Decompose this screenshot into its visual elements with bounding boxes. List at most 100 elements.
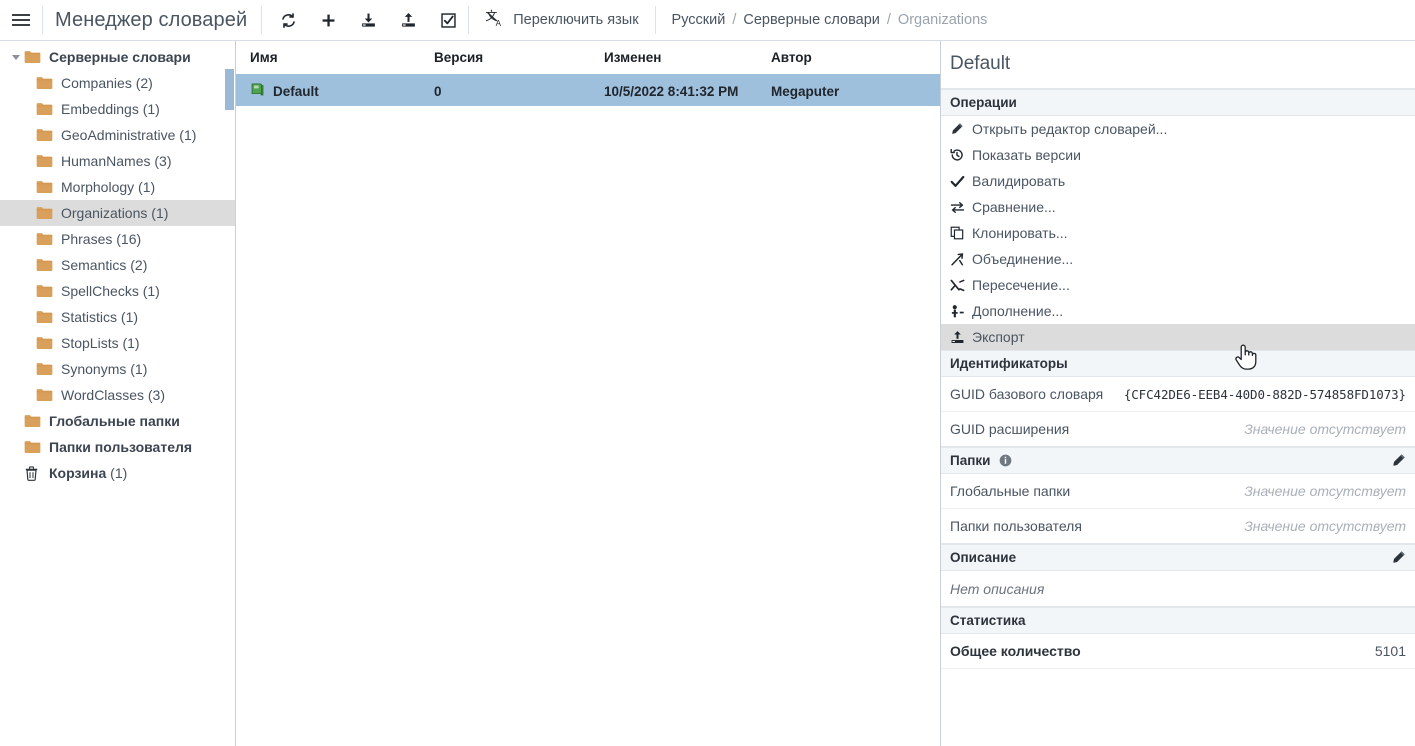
sidebar-item-label: Synonyms <box>61 361 127 377</box>
sidebar-scrollbar-track[interactable] <box>225 41 234 746</box>
table-header-row: Имя Версия Изменен Автор <box>236 41 940 76</box>
sidebar-item-label: Корзина <box>49 465 107 481</box>
operation-history[interactable]: Показать версии <box>941 142 1415 168</box>
history-icon <box>950 148 972 162</box>
breadcrumb: Русский / Серверные словари / Organizati… <box>656 12 988 28</box>
breadcrumb-item-server-dictionaries[interactable]: Серверные словари <box>743 12 880 28</box>
sidebar-item-label: Embeddings <box>61 101 139 117</box>
sidebar-item-statistics[interactable]: Statistics (1) <box>0 304 235 330</box>
edit-description-pencil-icon[interactable] <box>1391 550 1406 565</box>
operation-export[interactable]: Экспорт <box>941 324 1415 350</box>
sidebar-item-synonyms[interactable]: Synonyms (1) <box>0 356 235 382</box>
dictionary-book-icon <box>250 82 265 100</box>
info-icon[interactable] <box>999 454 1012 467</box>
sidebar-item-count: (3) <box>144 387 165 403</box>
column-header-name[interactable]: Имя <box>236 41 420 76</box>
sidebar-item-count: (16) <box>112 231 142 247</box>
add-button[interactable] <box>308 0 348 40</box>
breadcrumb-item-current: Organizations <box>897 12 988 28</box>
export-button[interactable] <box>388 0 428 40</box>
sidebar-scrollbar-thumb[interactable] <box>225 69 234 110</box>
switch-language-label: Переключить язык <box>513 12 639 28</box>
folder-icon <box>24 414 42 428</box>
cell-author: Megaputer <box>757 75 940 106</box>
sidebar-item-geoadministrative[interactable]: GeoAdministrative (1) <box>0 122 235 148</box>
import-button[interactable] <box>348 0 388 40</box>
folder-icon <box>36 180 54 194</box>
column-header-modified[interactable]: Изменен <box>590 41 757 76</box>
column-header-version[interactable]: Версия <box>420 41 590 76</box>
folder-icon <box>36 310 54 324</box>
operation-label: Дополнение... <box>972 303 1064 319</box>
sidebar-item-companies[interactable]: Companies (2) <box>0 70 235 96</box>
identifier-value: {CFC42DE6-EEB4-40D0-882D-574858FD1073} <box>1123 386 1406 402</box>
breadcrumb-item-language[interactable]: Русский <box>672 12 726 28</box>
complement-icon <box>950 304 972 319</box>
sidebar-item-humannames[interactable]: HumanNames (3) <box>0 148 235 174</box>
section-header-description: Описание <box>941 544 1415 571</box>
section-header-operations: Операции <box>941 89 1415 116</box>
operation-label: Валидировать <box>972 173 1066 189</box>
table-row[interactable]: Default 0 10/5/2022 8:41:32 PM Megaputer <box>236 75 940 106</box>
operation-complement[interactable]: Дополнение... <box>941 298 1415 324</box>
sidebar-item-корзина[interactable]: Корзина (1) <box>0 460 235 486</box>
breadcrumb-separator: / <box>886 12 891 28</box>
column-header-author[interactable]: Автор <box>757 41 940 76</box>
refresh-button[interactable] <box>268 0 308 40</box>
folder-icon <box>24 50 42 64</box>
folder-row-global: Глобальные папки Значение отсутствует <box>941 474 1415 509</box>
sidebar-item-spellchecks[interactable]: SpellChecks (1) <box>0 278 235 304</box>
operation-compare-arrows[interactable]: Сравнение... <box>941 194 1415 220</box>
operation-intersect[interactable]: Пересечение... <box>941 272 1415 298</box>
export-icon <box>950 330 972 345</box>
sidebar-item-count: (2) <box>131 75 153 91</box>
sidebar-item-embeddings[interactable]: Embeddings (1) <box>0 96 235 122</box>
cell-modified: 10/5/2022 8:41:32 PM <box>590 75 757 106</box>
operation-label: Открыть редактор словарей... <box>972 121 1168 137</box>
operation-pencil[interactable]: Открыть редактор словарей... <box>941 116 1415 142</box>
sidebar-item-серверные-словари[interactable]: Серверные словари <box>0 44 235 70</box>
sidebar-item-stoplists[interactable]: StopLists (1) <box>0 330 235 356</box>
statistic-key: Общее количество <box>950 643 1081 659</box>
svg-text:A: A <box>496 19 502 28</box>
check-icon <box>950 174 972 189</box>
dictionary-table: Имя Версия Изменен Автор Default 0 10/5/… <box>236 41 940 106</box>
hamburger-icon[interactable] <box>0 0 42 40</box>
operation-union[interactable]: Объединение... <box>941 246 1415 272</box>
cell-name-text: Default <box>273 83 319 99</box>
folder-icon <box>36 206 54 220</box>
intersect-icon <box>950 278 972 293</box>
sidebar-item-wordclasses[interactable]: WordClasses (3) <box>0 382 235 408</box>
breadcrumb-separator: / <box>732 12 737 28</box>
sidebar-item-count: (1) <box>126 361 148 377</box>
sidebar-item-глобальные-папки[interactable]: Глобальные папки <box>0 408 235 434</box>
sidebar-item-папки-пользователя[interactable]: Папки пользователя <box>0 434 235 460</box>
folder-icon <box>36 76 54 90</box>
operation-label: Показать версии <box>972 147 1081 163</box>
sidebar-item-label: StopLists <box>61 335 119 351</box>
sidebar-item-semantics[interactable]: Semantics (2) <box>0 252 235 278</box>
sidebar-item-label: GeoAdministrative <box>61 127 176 143</box>
operation-check[interactable]: Валидировать <box>941 168 1415 194</box>
detail-title: Default <box>941 41 1415 89</box>
sidebar-item-phrases[interactable]: Phrases (16) <box>0 226 235 252</box>
sidebar-item-morphology[interactable]: Morphology (1) <box>0 174 235 200</box>
folder-icon <box>36 102 54 116</box>
identifier-key: GUID расширения <box>950 421 1070 437</box>
compare-arrows-icon <box>950 200 972 215</box>
select-all-checkbox-button[interactable] <box>428 0 468 40</box>
top-toolbar: Менеджер словарей 文 A Переключить язык Р… <box>0 0 1415 41</box>
folder-icon <box>36 362 54 376</box>
sidebar-item-organizations[interactable]: Organizations (1) <box>0 200 235 226</box>
switch-language-button[interactable]: 文 A Переключить язык <box>469 8 654 32</box>
union-icon <box>950 252 972 267</box>
operation-label: Сравнение... <box>972 199 1056 215</box>
identifier-row-base-guid: GUID базового словаря {CFC42DE6-EEB4-40D… <box>941 377 1415 412</box>
sidebar-item-count: (2) <box>126 257 148 273</box>
chevron-down-icon[interactable] <box>8 54 24 60</box>
sidebar-item-count: (1) <box>134 179 156 195</box>
operation-copy[interactable]: Клонировать... <box>941 220 1415 246</box>
sidebar-item-count: (1) <box>175 127 197 143</box>
toolbar-buttons <box>262 0 468 40</box>
edit-folders-pencil-icon[interactable] <box>1391 453 1406 468</box>
